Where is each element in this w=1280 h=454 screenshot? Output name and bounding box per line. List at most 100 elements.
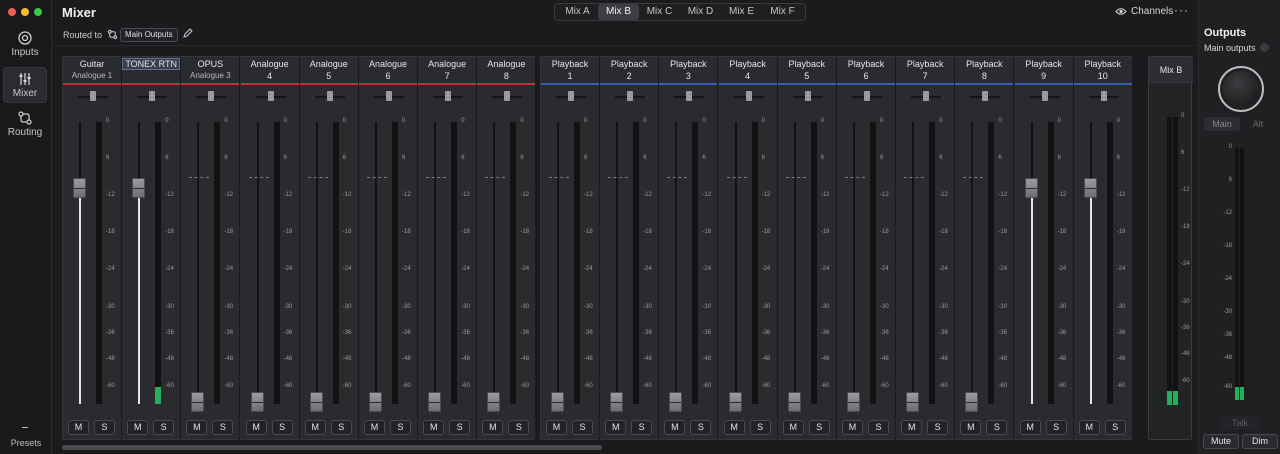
close-window-button[interactable] [8,8,16,16]
mute-channel-button[interactable]: M [664,420,686,435]
mute-channel-button[interactable]: M [245,420,267,435]
tab-mix-a[interactable]: Mix A [557,4,598,20]
channel-name[interactable]: Analogue [418,59,476,69]
tab-mix-b[interactable]: Mix B [598,4,639,20]
pan-handle[interactable] [864,91,870,101]
mute-button[interactable]: Mute [1203,434,1239,449]
channel-name[interactable]: Playback [1015,59,1073,69]
channel-name[interactable]: Playback [778,59,836,69]
mute-channel-button[interactable]: M [723,420,745,435]
solo-channel-button[interactable]: S [631,420,653,435]
scrollbar-thumb[interactable] [62,445,602,450]
fader-handle[interactable] [309,392,323,412]
fader-track[interactable] [853,122,855,404]
solo-channel-button[interactable]: S [1104,420,1126,435]
tab-mix-f[interactable]: Mix F [762,4,803,20]
fader-track[interactable] [197,122,200,404]
fader-handle[interactable] [1024,178,1038,199]
solo-channel-button[interactable]: S [986,420,1008,435]
fader-handle[interactable] [847,392,860,412]
pan-handle[interactable] [1100,91,1107,101]
tab-mix-d[interactable]: Mix D [680,4,721,20]
mute-channel-button[interactable]: M [960,420,982,435]
zoom-window-button[interactable] [34,8,42,16]
channel-name[interactable]: Playback [896,59,954,69]
fader-handle[interactable] [73,178,86,199]
pan-handle[interactable] [386,91,392,101]
channel-name[interactable]: TONEX RTN [122,58,181,70]
fader-handle[interactable] [132,178,146,199]
solo-channel-button[interactable]: S [1045,420,1067,435]
pan-handle[interactable] [208,91,215,101]
channel-name[interactable]: Analogue [359,59,417,69]
pan-handle[interactable] [326,91,333,101]
solo-channel-button[interactable]: S [808,420,830,435]
mute-channel-button[interactable]: M [186,420,208,435]
fader-handle[interactable] [669,392,683,412]
more-options-button[interactable]: ··· [1174,3,1189,17]
fader-handle[interactable] [191,392,205,412]
pan-handle[interactable] [982,91,989,101]
fader-handle[interactable] [369,392,382,412]
fader-handle[interactable] [610,392,624,412]
solo-channel-button[interactable]: S [390,420,411,435]
mute-channel-button[interactable]: M [304,420,326,435]
channel-name[interactable]: Analogue [241,59,299,69]
nav-item-inputs[interactable]: Inputs [3,27,47,63]
fader-handle[interactable] [428,392,442,412]
solo-channel-button[interactable]: S [212,420,234,435]
channel-name[interactable]: OPUS [181,59,239,69]
solo-channel-button[interactable]: S [868,420,889,435]
solo-channel-button[interactable]: S [690,420,712,435]
pan-handle[interactable] [445,91,452,101]
minimize-window-button[interactable] [21,8,29,16]
mute-channel-button[interactable]: M [1078,420,1100,435]
channel-name[interactable]: Playback [659,59,717,69]
mute-channel-button[interactable]: M [127,420,149,435]
routed-target-button[interactable]: Main Outputs [120,28,178,42]
fader-handle[interactable] [965,392,979,412]
solo-channel-button[interactable]: S [271,420,293,435]
fader-handle[interactable] [728,392,742,412]
channel-name[interactable]: Playback [719,59,777,69]
mute-channel-button[interactable]: M [901,420,923,435]
solo-channel-button[interactable]: S [153,420,175,435]
mute-channel-button[interactable]: M [842,420,863,435]
tab-mix-c[interactable]: Mix C [639,4,680,20]
channel-name[interactable]: Playback [541,59,599,69]
solo-channel-button[interactable]: S [508,420,530,435]
mute-channel-button[interactable]: M [364,420,385,435]
pan-handle[interactable] [627,91,634,101]
channel-name[interactable]: Playback [955,59,1013,69]
mute-channel-button[interactable]: M [605,420,627,435]
fader-track[interactable] [375,122,377,404]
channel-name[interactable]: Analogue [477,59,535,69]
fader-track[interactable] [557,122,559,404]
channel-name[interactable]: Playback [837,59,895,69]
pan-handle[interactable] [804,91,811,101]
pan-handle[interactable] [745,91,752,101]
pan-handle[interactable] [504,91,511,101]
fader-handle[interactable] [1083,178,1097,199]
channel-name[interactable]: Playback [1074,59,1132,69]
outputs-selector[interactable]: Main outputs [1204,43,1256,53]
pan-handle[interactable] [90,91,96,101]
presets-button[interactable]: Presets [0,438,52,448]
solo-channel-button[interactable]: S [572,420,593,435]
channels-button[interactable]: Channels [1115,6,1173,17]
channel-name[interactable]: Guitar [63,59,121,69]
pan-handle[interactable] [267,91,274,101]
fader-handle[interactable] [551,392,564,412]
fader-track[interactable] [793,122,796,404]
solo-channel-button[interactable]: S [927,420,949,435]
fader-track[interactable] [434,122,437,404]
mute-channel-button[interactable]: M [423,420,445,435]
pan-handle[interactable] [568,91,574,101]
pan-handle[interactable] [923,91,930,101]
fader-track[interactable] [616,122,619,404]
mute-channel-button[interactable]: M [482,420,504,435]
pan-handle[interactable] [149,91,156,101]
solo-channel-button[interactable]: S [94,420,115,435]
pan-handle[interactable] [686,91,693,101]
volume-knob-center[interactable] [1223,71,1259,107]
